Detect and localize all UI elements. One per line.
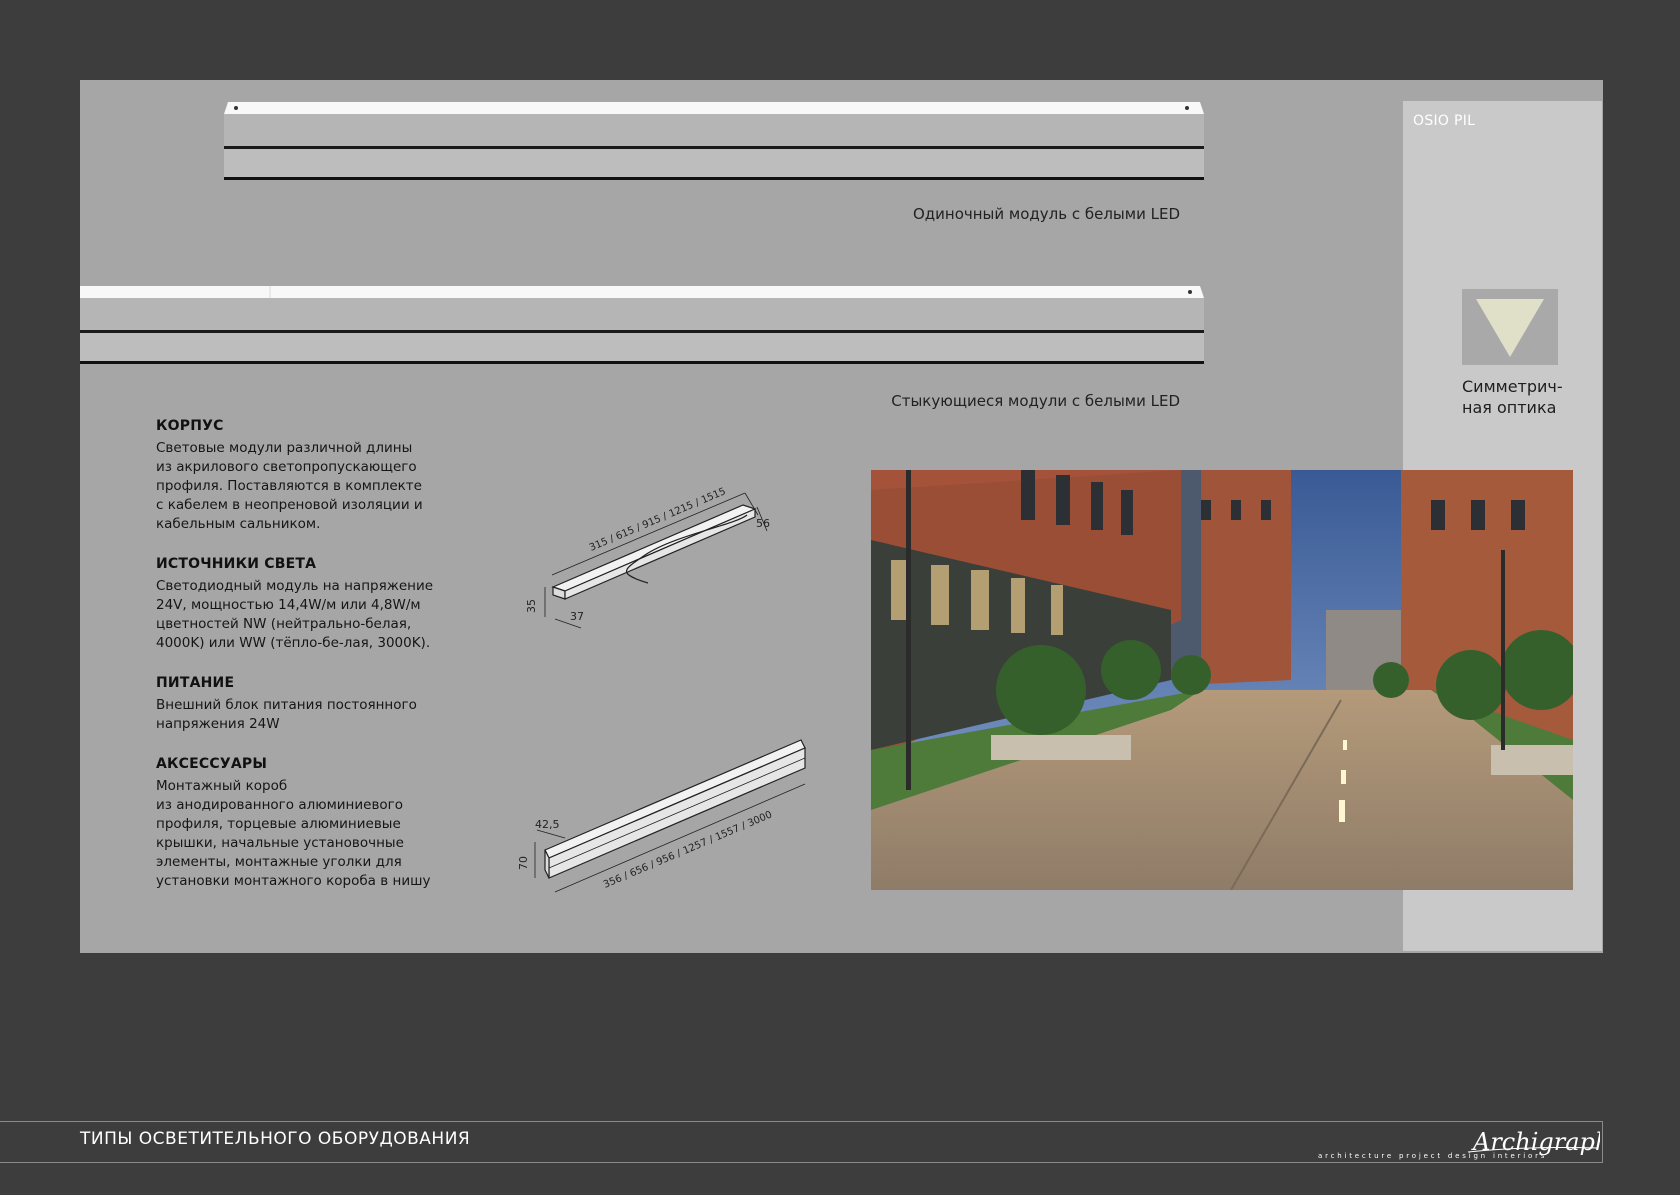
section-housing: КОРПУС Световые модули различной длины и… xyxy=(156,418,456,534)
section-title: ПИТАНИЕ xyxy=(156,675,235,691)
section-accessories: АКСЕССУАРЫ Монтажный короб из анодирован… xyxy=(156,756,456,891)
section-title: АКСЕССУАРЫ xyxy=(156,756,268,772)
box-dimension-drawing: 42,5 70 356 / 656 / 956 / 1257 / 1557 / … xyxy=(517,739,806,893)
joined-modules-caption: Стыкующиеся модули с белыми LED xyxy=(891,392,1180,410)
footer-title: ТИПЫ ОСВЕТИТЕЛЬНОГО ОБОРУДОВАНИЯ xyxy=(80,1129,471,1149)
module-dimension-drawing: 315 / 615 / 915 / 1215 / 1515 56 35 37 xyxy=(525,486,770,629)
optics-label: Симметрич- ная оптика xyxy=(1462,377,1563,417)
section-text: Внешний блок питания постоянного напряже… xyxy=(156,697,417,732)
section-title: ИСТОЧНИКИ СВЕТА xyxy=(156,556,317,572)
box-width-label: 42,5 xyxy=(535,818,560,831)
installation-photo xyxy=(871,470,1573,890)
spec-sections: КОРПУС Световые модули различной длины и… xyxy=(156,418,456,913)
module-height-label: 35 xyxy=(525,599,538,613)
single-module-caption: Одиночный модуль с белыми LED xyxy=(912,205,1180,223)
section-light-sources: ИСТОЧНИКИ СВЕТА Светодиодный модуль на н… xyxy=(156,556,456,653)
series-name: OSIO PIL xyxy=(1413,113,1476,129)
section-title: КОРПУС xyxy=(156,418,224,434)
logo-tagline: architecture project design interiors xyxy=(1318,1152,1548,1160)
section-text: Монтажный короб из анодированного алюмин… xyxy=(156,778,431,889)
section-power: ПИТАНИЕ Внешний блок питания постоянного… xyxy=(156,675,456,734)
section-text: Световые модули различной длины из акрил… xyxy=(156,440,423,532)
symmetric-optics-icon xyxy=(1462,289,1558,365)
joined-modules-image xyxy=(80,286,1204,364)
module-width-label: 56 xyxy=(756,517,770,530)
section-text: Светодиодный модуль на напряжение 24V, м… xyxy=(156,578,434,651)
single-module-image xyxy=(224,102,1204,180)
box-height-label: 70 xyxy=(517,856,530,870)
module-depth-label: 37 xyxy=(570,610,584,623)
